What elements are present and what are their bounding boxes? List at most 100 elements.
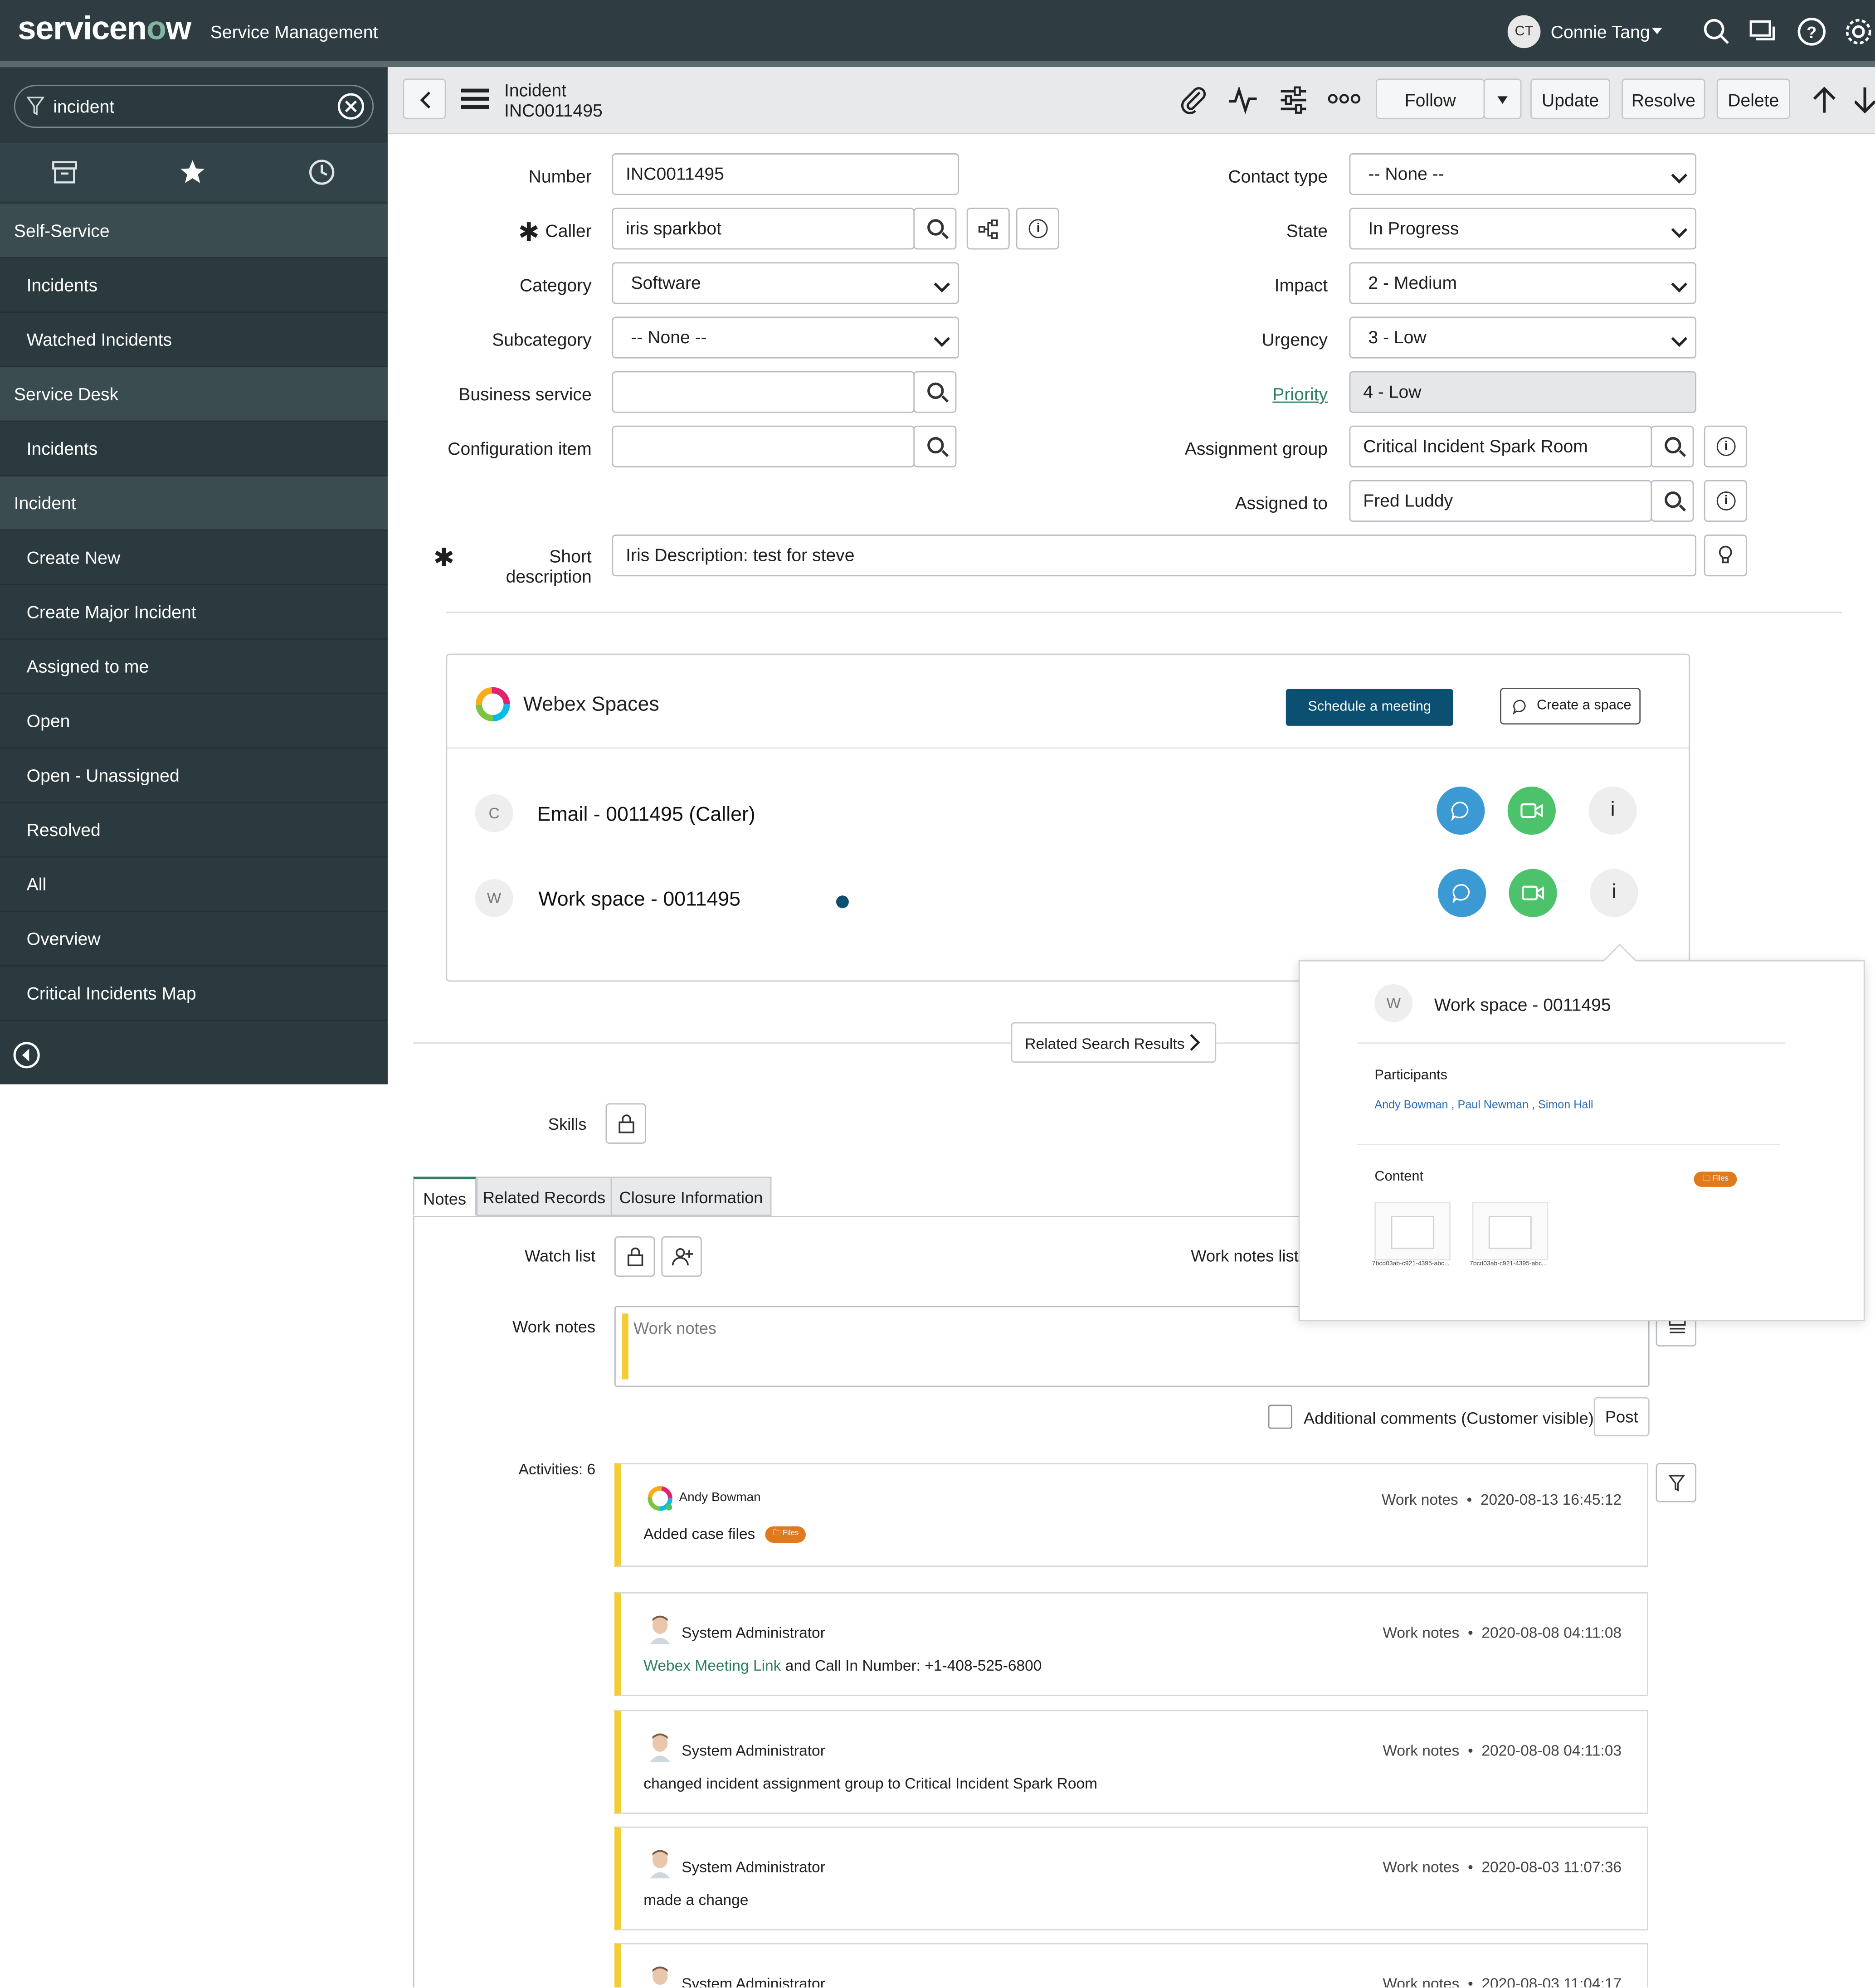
related-search-results-button[interactable]: Related Search Results [1011,1022,1217,1063]
nav-module-link[interactable]: Resolved [0,803,388,858]
short-description-field[interactable]: Iris Description: test for steve [612,535,1697,577]
servicenow-logo[interactable]: servicenow [18,9,191,49]
caller-dependency-button[interactable] [966,208,1010,250]
assignment-group-info-button[interactable]: i [1704,425,1747,467]
assigned-to-info-button[interactable]: i [1704,480,1747,522]
configuration-item-lookup-button[interactable] [913,425,957,467]
nav-section-header[interactable]: Service Desk [0,367,388,422]
activity-author[interactable]: System Administrator [682,1742,825,1760]
activity-author[interactable]: System Administrator [682,1624,825,1642]
space-info-button[interactable]: i [1590,869,1638,917]
clear-filter-icon[interactable] [337,92,365,120]
settings-gear-icon[interactable] [1843,16,1874,47]
business-service-field[interactable] [612,371,915,413]
category-select[interactable]: Software [612,262,959,304]
help-icon[interactable]: ? [1797,16,1827,47]
business-service-lookup-button[interactable] [913,371,957,413]
nav-module-link[interactable]: Watched Incidents [0,313,388,368]
global-search-icon[interactable] [1701,16,1732,47]
urgency-select[interactable]: 3 - Low [1349,316,1697,359]
contact-type-select[interactable]: -- None -- [1349,153,1697,195]
activity-filter-button[interactable] [1656,1463,1697,1502]
space-video-call-button[interactable] [1509,869,1557,917]
suggestion-button[interactable] [1704,535,1747,577]
caller-info-button[interactable]: i [1016,208,1059,250]
space-info-button[interactable]: i [1588,787,1637,835]
assignment-group-field[interactable]: Critical Incident Spark Room [1349,425,1652,467]
personalize-form-sliders-icon[interactable] [1278,85,1309,115]
nav-section-header[interactable]: Self-Service [0,204,388,258]
files-chip[interactable]: 🗀 Files [1694,1171,1738,1187]
file-thumbnail[interactable] [1472,1202,1549,1260]
user-menu-name[interactable]: Connie Tang [1551,21,1650,42]
create-space-button[interactable]: Create a space [1500,688,1641,725]
nav-section-header[interactable]: Incident [0,476,388,531]
chat-icon[interactable] [1748,16,1779,47]
schedule-meeting-button[interactable]: Schedule a meeting [1286,689,1453,726]
contact-type-value: -- None -- [1368,163,1444,184]
activity-author[interactable]: Andy Bowman [679,1491,761,1505]
tab-notes[interactable]: Notes [413,1176,477,1216]
favorites-star-icon[interactable] [179,158,206,186]
more-options-icon[interactable] [1328,90,1361,107]
nav-module-link[interactable]: Assigned to me [0,639,388,695]
space-name[interactable]: Work space - 0011495 [538,889,740,912]
nav-module-link[interactable]: Create Major Incident [0,585,388,640]
participants-list[interactable]: Andy Bowman , Paul Newman , Simon Hall [1374,1098,1593,1111]
nav-module-link[interactable]: Incidents [0,258,388,313]
update-button[interactable]: Update [1530,78,1611,119]
delete-button[interactable]: Delete [1716,78,1790,119]
short-description-label: Short description [506,546,592,587]
add-me-to-watch-list-button[interactable] [661,1236,702,1277]
user-menu-caret-icon[interactable] [1652,28,1662,34]
tab-related-records[interactable]: Related Records [476,1176,612,1216]
state-select[interactable]: In Progress [1349,208,1697,250]
attachment-paperclip-icon[interactable] [1178,85,1208,115]
caller-field[interactable]: iris sparkbot [612,208,915,250]
back-button[interactable] [403,78,446,119]
resolve-button[interactable]: Resolve [1622,78,1705,119]
activity-author[interactable]: System Administrator [682,1975,825,1988]
post-button[interactable]: Post [1593,1397,1650,1437]
assigned-to-field[interactable]: Fred Luddy [1349,480,1652,522]
follow-dropdown-button[interactable] [1483,78,1522,119]
nav-module-link[interactable]: Incidents [0,422,388,476]
number-field[interactable]: INC0011495 [612,153,959,195]
files-chip[interactable]: 🗀 Files [765,1526,807,1543]
nav-module-link[interactable]: Open [0,694,388,749]
caller-lookup-button[interactable] [913,208,957,250]
collapse-navigator-icon[interactable] [13,1041,40,1069]
nav-module-link[interactable]: Critical Incidents Map [0,966,388,1021]
user-avatar[interactable]: CT [1507,15,1541,49]
all-apps-archive-icon[interactable] [51,158,78,186]
activity-stream-icon[interactable] [1227,85,1258,115]
assignment-group-lookup-button[interactable] [1651,425,1694,467]
space-chat-button[interactable] [1437,787,1485,835]
previous-record-arrow-up-icon[interactable] [1809,85,1840,115]
space-video-call-button[interactable] [1507,787,1556,835]
skills-label: Skills [548,1114,587,1134]
nav-module-link[interactable]: Open - Unassigned [0,749,388,803]
nav-module-link[interactable]: All [0,857,388,912]
next-record-arrow-down-icon[interactable] [1855,85,1875,115]
space-name[interactable]: Email - 0011495 (Caller) [537,804,755,827]
activity-author[interactable]: System Administrator [682,1858,825,1876]
file-thumbnail[interactable] [1374,1202,1451,1260]
space-chat-button[interactable] [1438,869,1486,917]
additional-comments-checkbox[interactable] [1268,1405,1292,1429]
priority-link-label[interactable]: Priority [1140,384,1328,404]
tab-closure-information[interactable]: Closure Information [610,1176,772,1216]
follow-button[interactable]: Follow [1376,78,1485,119]
context-menu-hamburger-icon[interactable] [461,86,489,112]
nav-module-link[interactable]: Overview [0,912,388,967]
subcategory-select[interactable]: -- None -- [612,316,959,359]
webex-meeting-link[interactable]: Webex Meeting Link [643,1657,781,1674]
navigator-filter-input[interactable]: incident [14,85,374,128]
impact-select[interactable]: 2 - Medium [1349,262,1697,304]
history-clock-icon[interactable] [308,158,336,186]
nav-module-link[interactable]: Create New [0,530,388,585]
skills-unlock-button[interactable] [605,1103,646,1144]
watch-list-unlock-button[interactable] [614,1236,655,1277]
assigned-to-lookup-button[interactable] [1651,480,1694,522]
configuration-item-field[interactable] [612,425,915,467]
